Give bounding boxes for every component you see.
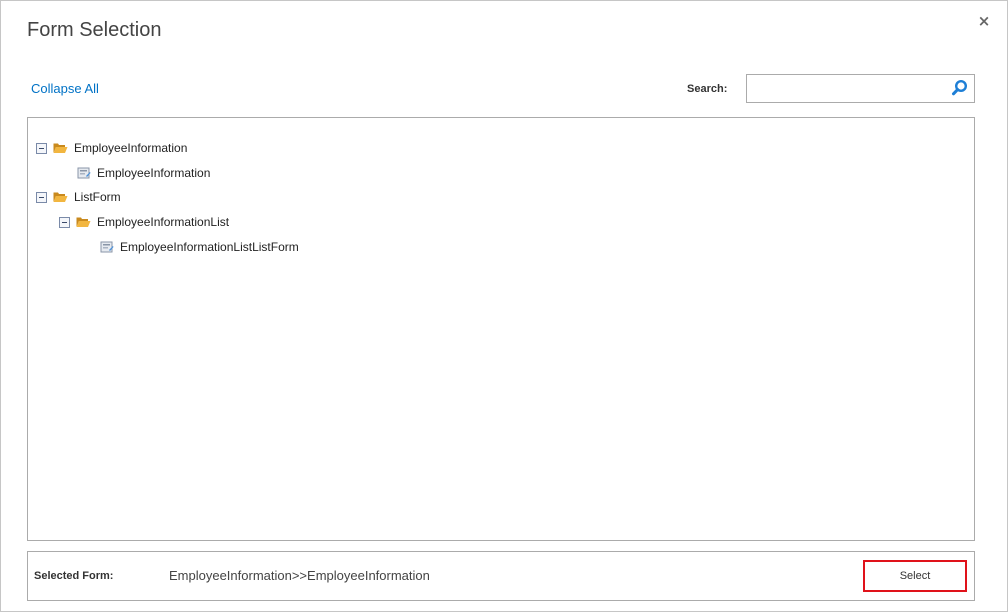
form-selection-dialog: Form Selection × Collapse All Search: Em… — [0, 0, 1008, 612]
tree-node-employeeinformationlist-folder[interactable]: EmployeeInformationList — [59, 214, 229, 230]
tree-node-label: EmployeeInformationListListForm — [120, 240, 299, 254]
tree-node-employeeinformationlistlistform-form[interactable]: EmployeeInformationListListForm — [100, 239, 299, 255]
collapse-toggle-icon[interactable] — [36, 191, 47, 203]
collapse-toggle-icon[interactable] — [59, 216, 70, 228]
search-icon[interactable] — [951, 79, 969, 97]
form-icon — [77, 167, 91, 178]
collapse-toggle-icon[interactable] — [36, 142, 47, 154]
select-button[interactable]: Select — [863, 560, 967, 592]
search-box — [746, 74, 975, 103]
form-icon — [100, 241, 114, 252]
search-label: Search: — [687, 83, 728, 95]
search-input[interactable] — [747, 75, 947, 102]
dialog-title: Form Selection — [27, 19, 162, 41]
tree-node-label: EmployeeInformationList — [97, 215, 230, 229]
tree-node-employeeinformation-form[interactable]: EmployeeInformation — [77, 165, 210, 181]
tree-node-label: EmployeeInformation — [74, 141, 188, 155]
tree-node-employeeinformation-folder[interactable]: EmployeeInformation — [36, 140, 187, 156]
tree-node-label: EmployeeInformation — [97, 166, 211, 180]
close-icon[interactable]: × — [977, 13, 991, 29]
selected-form-value: EmployeeInformation>>EmployeeInformation — [169, 568, 430, 583]
folder-open-icon — [53, 143, 68, 153]
form-tree: EmployeeInformation EmployeeInformation … — [27, 117, 975, 541]
folder-open-icon — [53, 192, 68, 202]
collapse-all-link[interactable]: Collapse All — [31, 81, 99, 96]
folder-open-icon — [76, 217, 91, 227]
selected-form-bar: Selected Form: EmployeeInformation>>Empl… — [27, 551, 975, 601]
tree-node-label: ListForm — [74, 190, 121, 204]
selected-form-label: Selected Form: — [34, 570, 114, 582]
tree-node-listform-folder[interactable]: ListForm — [36, 189, 121, 205]
